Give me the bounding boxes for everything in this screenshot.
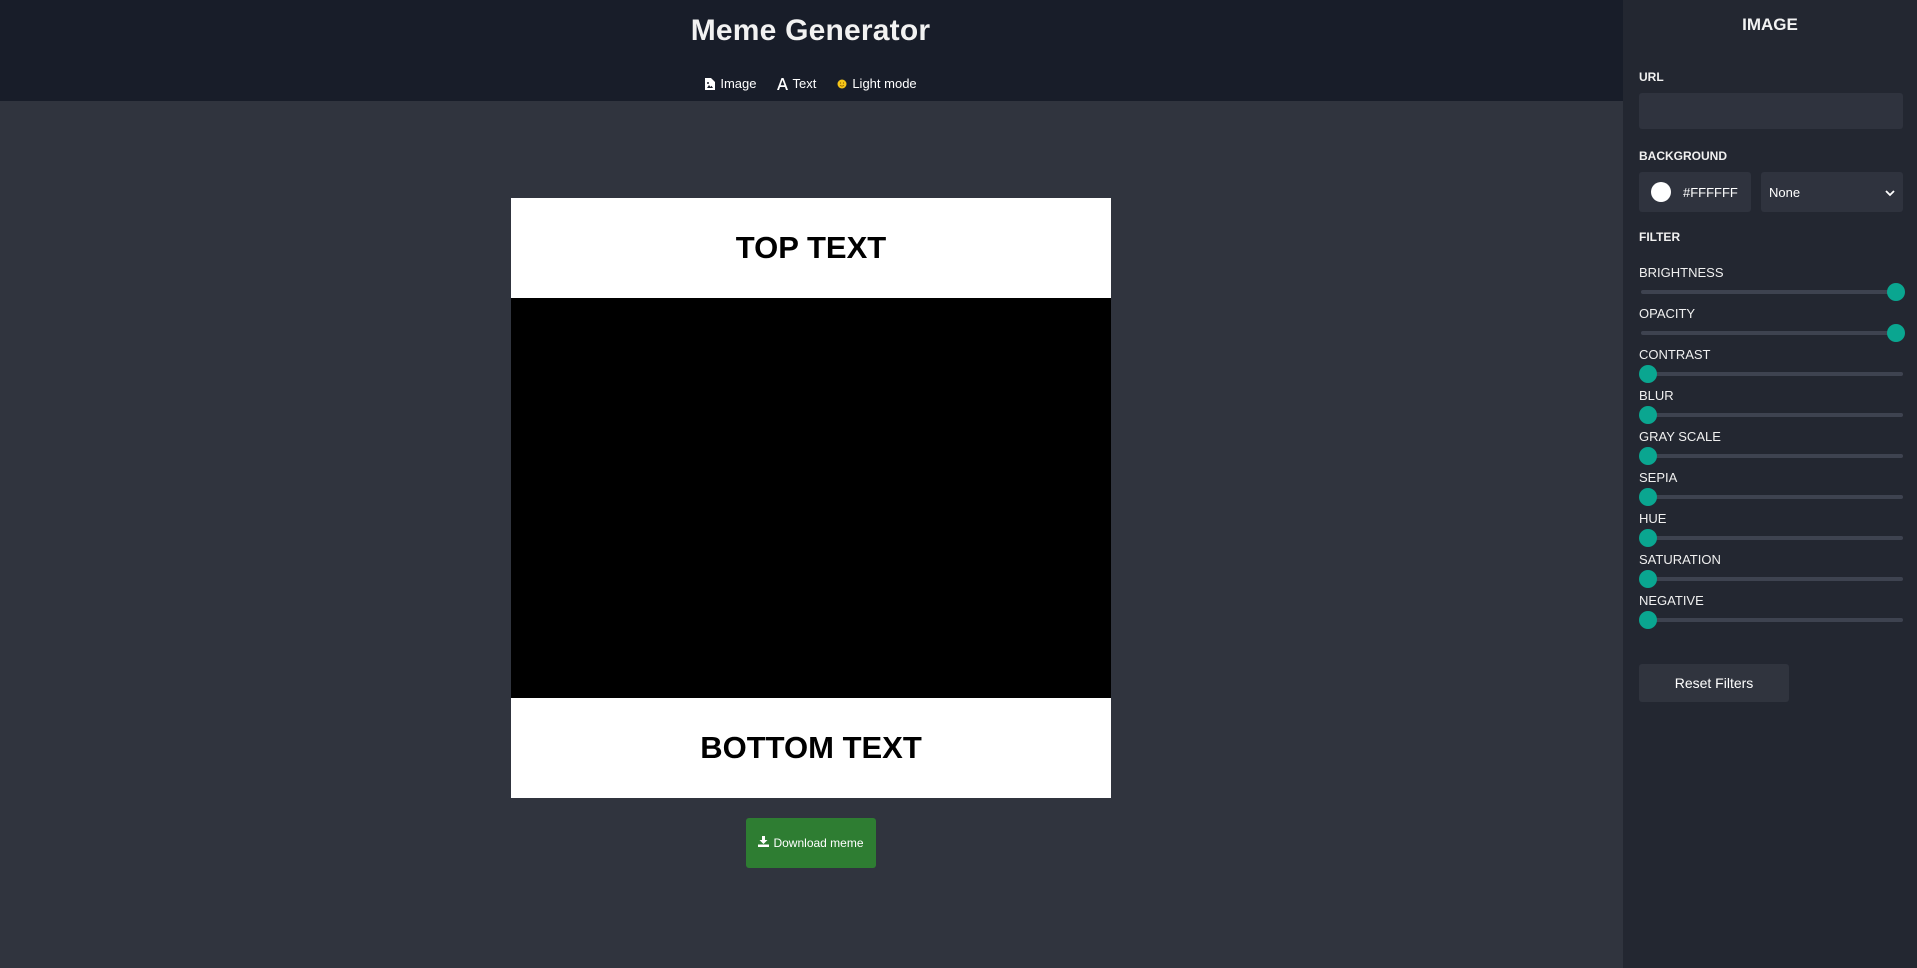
nav-bar: Image Text Light mode — [0, 76, 1621, 91]
file-image-icon — [704, 77, 716, 90]
filter-label: FILTER — [1639, 230, 1681, 244]
gray-scale-label: GRAY SCALE — [1639, 429, 1721, 444]
app-title: Meme Generator — [690, 14, 931, 47]
blur-slider-thumb[interactable] — [1639, 406, 1657, 424]
url-input[interactable] — [1639, 93, 1903, 129]
hue-slider-thumb[interactable] — [1639, 529, 1657, 547]
brightness-label: BRIGHTNESS — [1639, 265, 1724, 280]
saturation-label: SATURATION — [1639, 552, 1721, 567]
brightness-slider[interactable] — [1641, 283, 1905, 301]
meme-canvas: TOP TEXT BOTTOM TEXT — [511, 198, 1111, 798]
negative-label: NEGATIVE — [1639, 593, 1704, 608]
gray-scale-slider-thumb[interactable] — [1639, 447, 1657, 465]
nav-image[interactable]: Image — [704, 76, 756, 91]
sun-icon — [836, 78, 848, 90]
gray-scale-slider[interactable] — [1639, 447, 1903, 465]
brightness-slider-thumb[interactable] — [1887, 283, 1905, 301]
blur-label: BLUR — [1639, 388, 1674, 403]
blend-mode-value: None — [1769, 184, 1801, 200]
background-label: BACKGROUND — [1639, 149, 1727, 163]
negative-slider[interactable] — [1639, 611, 1903, 629]
contrast-slider-thumb[interactable] — [1639, 365, 1657, 383]
negative-slider-thumb[interactable] — [1639, 611, 1657, 629]
hue-label: HUE — [1639, 511, 1667, 526]
reset-filters-button[interactable]: Reset Filters — [1639, 664, 1789, 702]
font-icon — [776, 77, 788, 90]
sepia-slider-thumb[interactable] — [1639, 488, 1657, 506]
chevron-down-icon — [1885, 185, 1895, 200]
opacity-slider[interactable] — [1641, 324, 1905, 342]
image-panel: IMAGE URL BACKGROUND #FFFFFF None FILTER… — [1623, 0, 1917, 968]
background-color-picker[interactable]: #FFFFFF — [1639, 172, 1751, 212]
meme-top-text: TOP TEXT — [735, 230, 887, 265]
nav-image-label: Image — [720, 76, 757, 91]
saturation-slider-thumb[interactable] — [1639, 570, 1657, 588]
nav-text[interactable]: Text — [776, 76, 816, 91]
download-meme-button[interactable]: Download meme — [746, 818, 876, 868]
blur-slider[interactable] — [1639, 406, 1903, 424]
saturation-slider[interactable] — [1639, 570, 1903, 588]
opacity-label: OPACITY — [1639, 306, 1696, 321]
panel-title: IMAGE — [1742, 15, 1798, 34]
download-meme-label: Download meme — [773, 836, 864, 850]
sepia-slider[interactable] — [1639, 488, 1903, 506]
meme-image — [511, 298, 1111, 698]
opacity-slider-thumb[interactable] — [1887, 324, 1905, 342]
sepia-label: SEPIA — [1639, 470, 1678, 485]
nav-light-mode[interactable]: Light mode — [836, 76, 917, 91]
url-label: URL — [1639, 70, 1664, 84]
contrast-label: CONTRAST — [1639, 347, 1711, 362]
hue-slider[interactable] — [1639, 529, 1903, 547]
contrast-slider[interactable] — [1639, 365, 1903, 383]
meme-bottom-text: BOTTOM TEXT — [700, 730, 922, 765]
download-icon — [758, 836, 770, 850]
header: Meme Generator Image Text Light mode — [0, 0, 1623, 101]
nav-light-mode-label: Light mode — [852, 76, 917, 91]
color-swatch — [1651, 182, 1671, 202]
background-color-value: #FFFFFF — [1683, 184, 1738, 200]
nav-text-label: Text — [792, 76, 817, 91]
blend-mode-select[interactable]: None — [1761, 172, 1903, 212]
